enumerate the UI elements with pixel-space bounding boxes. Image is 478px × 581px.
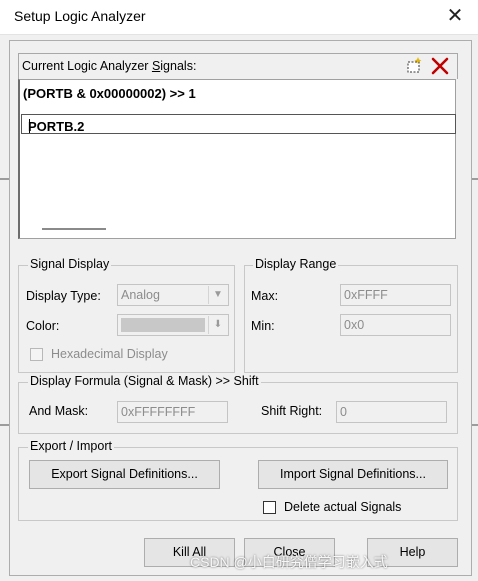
background-edge bbox=[0, 424, 9, 426]
delete-actual-signals-checkbox[interactable] bbox=[263, 501, 276, 514]
shift-right-field[interactable]: 0 bbox=[336, 401, 447, 423]
and-mask-field[interactable]: 0xFFFFFFFF bbox=[117, 401, 228, 423]
signal-edit-field[interactable]: PORTB.2 bbox=[21, 114, 456, 134]
signals-header: Current Logic Analyzer Signals: bbox=[18, 53, 458, 79]
delete-signal-button[interactable] bbox=[429, 55, 451, 77]
close-button[interactable]: Close bbox=[244, 538, 335, 567]
color-swatch bbox=[121, 318, 205, 332]
export-import-group-label: Export / Import bbox=[28, 439, 114, 453]
kill-all-button[interactable]: Kill All bbox=[144, 538, 235, 567]
import-signal-definitions-button[interactable]: Import Signal Definitions... bbox=[258, 460, 448, 489]
signal-display-group-label: Signal Display bbox=[28, 257, 112, 271]
delete-x-icon bbox=[431, 57, 449, 75]
new-signal-button[interactable] bbox=[403, 55, 425, 77]
signals-list[interactable]: (PORTB & 0x00000002) >> 1 PORTB.2 bbox=[18, 79, 456, 239]
chevron-down-icon: ▼ bbox=[208, 286, 227, 304]
chevron-down-icon: ⬇ bbox=[208, 316, 227, 334]
background-edge bbox=[0, 178, 9, 180]
color-select[interactable]: ⬇ bbox=[117, 314, 229, 336]
display-type-label: Display Type: bbox=[26, 289, 101, 303]
signal-list-item[interactable]: (PORTB & 0x00000002) >> 1 bbox=[23, 86, 196, 101]
delete-actual-signals-label: Delete actual Signals bbox=[284, 500, 402, 514]
hexadecimal-display-label: Hexadecimal Display bbox=[51, 347, 168, 361]
shift-right-label: Shift Right: bbox=[261, 404, 323, 418]
window-title: Setup Logic Analyzer bbox=[14, 8, 146, 24]
window-close-button[interactable]: ✕ bbox=[440, 3, 470, 29]
max-label: Max: bbox=[251, 289, 279, 303]
display-range-group-label: Display Range bbox=[253, 257, 339, 271]
and-mask-label: And Mask: bbox=[29, 404, 89, 418]
display-formula-group-label: Display Formula (Signal & Mask) >> Shift bbox=[28, 374, 261, 388]
hexadecimal-display-checkbox[interactable] bbox=[30, 348, 43, 361]
color-label: Color: bbox=[26, 319, 60, 333]
export-signal-definitions-button[interactable]: Export Signal Definitions... bbox=[29, 460, 220, 489]
title-bar: Setup Logic Analyzer ✕ bbox=[0, 0, 478, 35]
display-type-select[interactable]: Analog ▼ bbox=[117, 284, 229, 306]
horizontal-scrollbar[interactable] bbox=[42, 228, 106, 230]
signals-header-label: Current Logic Analyzer Signals: bbox=[22, 59, 197, 73]
min-field[interactable]: 0x0 bbox=[340, 314, 451, 336]
min-label: Min: bbox=[251, 319, 275, 333]
max-field[interactable]: 0xFFFF bbox=[340, 284, 451, 306]
new-signal-icon bbox=[407, 57, 422, 73]
help-button[interactable]: Help bbox=[367, 538, 458, 567]
